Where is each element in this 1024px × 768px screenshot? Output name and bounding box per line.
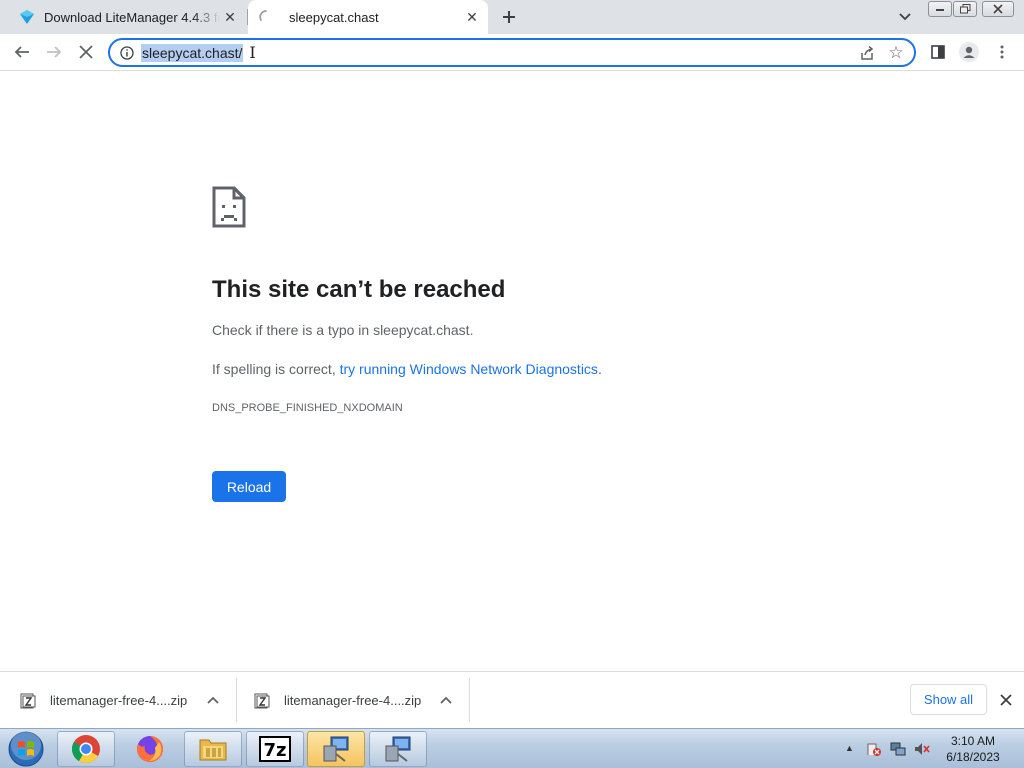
restore-icon — [959, 4, 970, 14]
side-panel-button[interactable] — [924, 38, 952, 66]
download-filename: litemanager-free-4....zip — [50, 693, 188, 708]
close-icon — [79, 45, 93, 59]
chevron-down-icon — [899, 13, 911, 21]
taskbar-litemanager[interactable] — [369, 731, 427, 767]
chevron-up-icon[interactable] — [438, 692, 454, 708]
tab-title: Download LiteManager 4.4.3 for Free — [44, 9, 220, 25]
error-hint: Check if there is a typo in sleepycat.ch… — [212, 322, 474, 338]
computer-icon — [323, 736, 349, 762]
download-filename: litemanager-free-4....zip — [284, 693, 422, 708]
kebab-menu-icon — [1000, 45, 1004, 59]
taskbar-file-explorer[interactable] — [184, 731, 242, 767]
close-window-button[interactable] — [982, 1, 1014, 17]
clock-date: 6/18/2023 — [946, 750, 1000, 764]
7zip-icon: 7z — [259, 736, 291, 762]
tab-search-button[interactable] — [895, 8, 915, 26]
download-shelf: litemanager-free-4....zip litemanager-fr… — [0, 671, 1024, 728]
clock-time: 3:10 AM — [950, 734, 996, 748]
show-all-downloads-button[interactable]: Show all — [910, 684, 987, 715]
arrow-left-icon — [14, 46, 29, 58]
close-tab-icon[interactable]: ✕ — [462, 7, 482, 27]
profile-button[interactable] — [955, 38, 983, 66]
download-divider — [236, 678, 237, 722]
minimize-icon — [936, 9, 944, 11]
taskbar-firefox[interactable] — [121, 731, 179, 767]
download-item[interactable]: litemanager-free-4....zip — [254, 672, 452, 729]
share-icon[interactable] — [858, 44, 876, 62]
taskbar-litemanager[interactable] — [307, 731, 365, 767]
avatar-icon — [959, 42, 979, 62]
download-item[interactable]: litemanager-free-4....zip — [20, 672, 219, 729]
taskbar-7zip[interactable]: 7z — [246, 731, 304, 767]
close-icon — [993, 4, 1003, 14]
tab-title: sleepycat.chast — [289, 9, 379, 25]
taskbar-chrome[interactable] — [57, 731, 115, 767]
close-tab-icon[interactable]: ✕ — [220, 7, 240, 27]
new-tab-button[interactable] — [498, 6, 520, 28]
tab-sleepycat[interactable]: sleepycat.chast ✕ — [248, 0, 488, 34]
bookmark-star-icon[interactable]: ☆ — [886, 43, 906, 63]
info-icon[interactable] — [119, 45, 135, 61]
close-icon[interactable] — [997, 691, 1015, 709]
tab-litemanager-download[interactable]: Download LiteManager 4.4.3 for Free ✕ — [0, 0, 246, 34]
chrome-icon — [72, 735, 100, 763]
network-diagnostics-link[interactable]: try running Windows Network Diagnostics — [340, 361, 598, 377]
menu-button[interactable] — [988, 38, 1016, 66]
url-text[interactable]: sleepycat.chast/ — [141, 43, 244, 62]
side-panel-icon — [931, 45, 945, 59]
diagnostics-suffix: . — [597, 361, 602, 377]
chevron-up-icon[interactable] — [205, 692, 221, 708]
restore-button[interactable] — [953, 1, 977, 17]
browser-toolbar: sleepycat.chast/ I ☆ — [0, 34, 1024, 71]
firefox-icon — [137, 736, 163, 762]
text-cursor-icon: I — [249, 43, 256, 62]
plus-icon — [503, 11, 515, 23]
start-button[interactable] — [4, 730, 48, 768]
windows-taskbar: 7z ▲ 3:10 AM 6/18/2023 — [0, 728, 1024, 768]
folder-icon — [199, 739, 227, 761]
error-diagnostics-line: If spelling is correct, try running Wind… — [212, 361, 602, 377]
address-bar[interactable]: sleepycat.chast/ I ☆ — [108, 38, 916, 67]
tab-strip: Download LiteManager 4.4.3 for Free ✕ sl… — [0, 0, 1024, 34]
show-hidden-icons-button[interactable]: ▲ — [845, 743, 854, 753]
zip-file-icon — [20, 693, 36, 708]
action-center-icon[interactable] — [866, 741, 882, 757]
volume-muted-icon[interactable] — [914, 741, 930, 757]
svg-text:7z: 7z — [263, 740, 286, 761]
error-code: DNS_PROBE_FINISHED_NXDOMAIN — [212, 402, 403, 414]
stop-loading-button[interactable] — [72, 38, 100, 66]
windows-logo-icon — [8, 731, 44, 767]
loading-spinner-icon — [258, 9, 274, 25]
minimize-button[interactable] — [928, 1, 952, 17]
diagnostics-prefix: If spelling is correct, — [212, 361, 340, 377]
zip-file-icon — [254, 693, 270, 708]
back-button[interactable] — [8, 38, 36, 66]
network-icon[interactable] — [890, 741, 906, 757]
arrow-right-icon — [47, 46, 62, 58]
forward-button[interactable] — [40, 38, 68, 66]
computer-icon — [385, 736, 411, 762]
sad-page-icon — [212, 186, 246, 233]
system-clock[interactable]: 3:10 AM 6/18/2023 — [938, 733, 1008, 765]
litemanager-logo-icon — [19, 9, 35, 25]
download-divider — [469, 678, 470, 722]
reload-button[interactable]: Reload — [212, 471, 286, 502]
error-title: This site can’t be reached — [212, 276, 506, 303]
